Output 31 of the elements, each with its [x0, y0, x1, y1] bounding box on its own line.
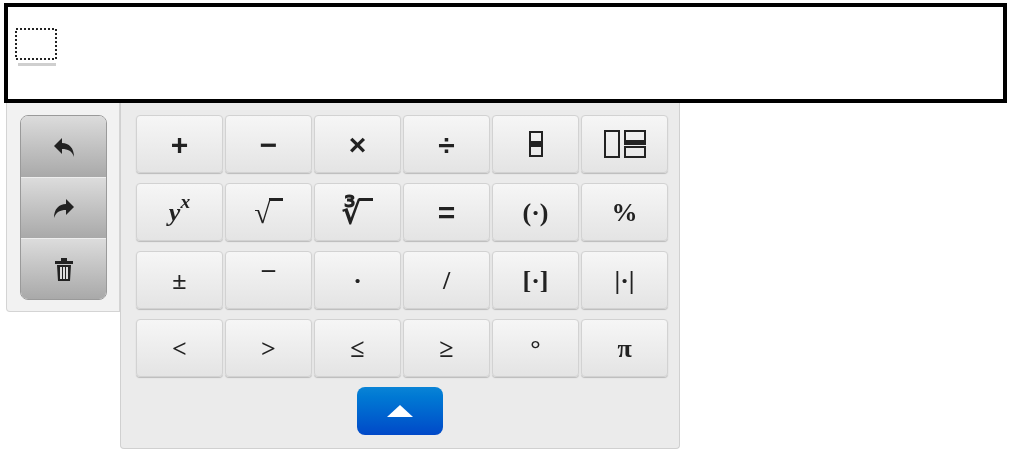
key[interactable]: √ [225, 183, 312, 241]
math-input-field[interactable] [4, 3, 1007, 103]
key[interactable]: ÷ [403, 115, 490, 173]
key[interactable]: = [403, 183, 490, 241]
fraction-key[interactable] [492, 115, 579, 173]
key[interactable]: ± [136, 251, 223, 309]
key[interactable]: ≤ [314, 319, 401, 377]
key[interactable]: π [581, 319, 668, 377]
redo-button[interactable] [21, 177, 106, 238]
key[interactable]: · [314, 251, 401, 309]
key[interactable]: < [136, 319, 223, 377]
key[interactable]: ∛ [314, 183, 401, 241]
key[interactable]: / [403, 251, 490, 309]
key[interactable]: (·) [492, 183, 579, 241]
mixed-fraction-key[interactable] [581, 115, 668, 173]
collapse-keypad-button[interactable] [357, 387, 443, 435]
key[interactable]: [·] [492, 251, 579, 309]
key[interactable]: − [225, 115, 312, 173]
key[interactable]: + [136, 115, 223, 173]
fraction-icon [527, 130, 544, 158]
clear-button[interactable] [21, 238, 106, 299]
key[interactable]: ° [492, 319, 579, 377]
key[interactable]: |·| [581, 251, 668, 309]
key[interactable]: × [314, 115, 401, 173]
mixed-fraction-icon [602, 129, 647, 159]
key[interactable]: y$^{x}$ [136, 183, 223, 241]
key[interactable]: % [581, 183, 668, 241]
key[interactable]: ¯ [225, 251, 312, 309]
undo-button[interactable] [21, 116, 106, 177]
key[interactable]: ≥ [403, 319, 490, 377]
key[interactable]: > [225, 319, 312, 377]
